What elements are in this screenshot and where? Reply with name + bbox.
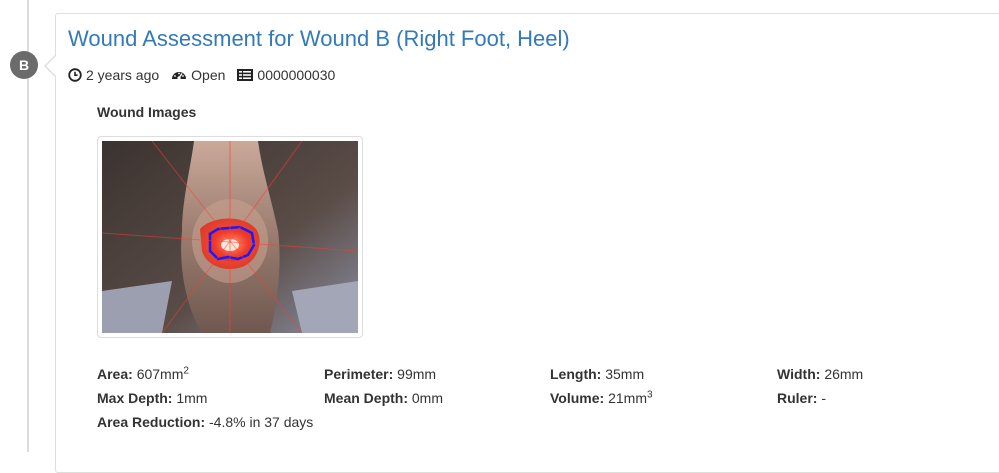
stat-mean-depth-label: Mean Depth:	[324, 390, 408, 406]
dashboard-icon	[172, 72, 187, 80]
stat-length-value: 35mm	[605, 366, 645, 382]
stat-ruler-label: Ruler:	[777, 390, 818, 406]
stat-width-value: 26mm	[824, 366, 864, 382]
stat-max-depth-value: 1mm	[176, 390, 208, 406]
meta-status-text: Open	[191, 67, 226, 83]
stat-volume-sup: 3	[647, 389, 653, 401]
wound-image-thumbnail[interactable]	[97, 136, 363, 338]
meta-id: 0000000030	[237, 67, 335, 83]
stat-max-depth: Max Depth: 1mm	[97, 390, 207, 406]
stat-length-label: Length:	[550, 366, 602, 382]
meta-status: Open	[171, 67, 225, 83]
stat-area-label: Area:	[97, 366, 133, 382]
stat-area: Area: 607mm2	[97, 366, 189, 382]
meta-time-text: 2 years ago	[86, 67, 160, 83]
stat-ruler-value: -	[821, 390, 827, 406]
stat-volume-label: Volume:	[550, 390, 605, 406]
stat-width: Width: 26mm	[777, 366, 863, 382]
stat-perimeter-value: 99mm	[397, 366, 437, 382]
stat-mean-depth-value: 0mm	[411, 390, 444, 406]
card-arrow-fill	[46, 56, 56, 76]
stat-perimeter: Perimeter: 99mm	[324, 366, 436, 382]
stat-area-value: 607mm	[136, 366, 184, 382]
stat-mean-depth: Mean Depth: 0mm	[324, 390, 443, 406]
clock-icon	[68, 68, 82, 82]
assessment-meta: 2 years ago Open 0000000030	[68, 67, 347, 83]
wound-photo	[102, 141, 358, 333]
stat-volume-value: 21mm	[608, 390, 647, 406]
meta-time: 2 years ago	[68, 67, 159, 83]
wound-images-heading: Wound Images	[97, 104, 197, 120]
stat-max-depth-label: Max Depth:	[97, 390, 173, 406]
list-icon	[237, 69, 254, 81]
stat-ruler: Ruler: -	[777, 390, 826, 406]
stat-area-reduction: Area Reduction: -4.8% in 37 days	[97, 414, 313, 430]
stat-area-reduction-value: -4.8% in 37 days	[209, 414, 314, 430]
stat-width-label: Width:	[777, 366, 821, 382]
stat-area-reduction-label: Area Reduction:	[97, 414, 206, 430]
meta-id-text: 0000000030	[257, 67, 336, 83]
stat-volume: Volume: 21mm3	[550, 390, 653, 406]
stat-length: Length: 35mm	[550, 366, 644, 382]
stat-perimeter-label: Perimeter:	[324, 366, 394, 382]
assessment-title-link[interactable]: Wound Assessment for Wound B (Right Foot…	[68, 26, 570, 52]
stat-area-sup: 2	[183, 365, 189, 377]
timeline-badge: B	[10, 51, 38, 79]
